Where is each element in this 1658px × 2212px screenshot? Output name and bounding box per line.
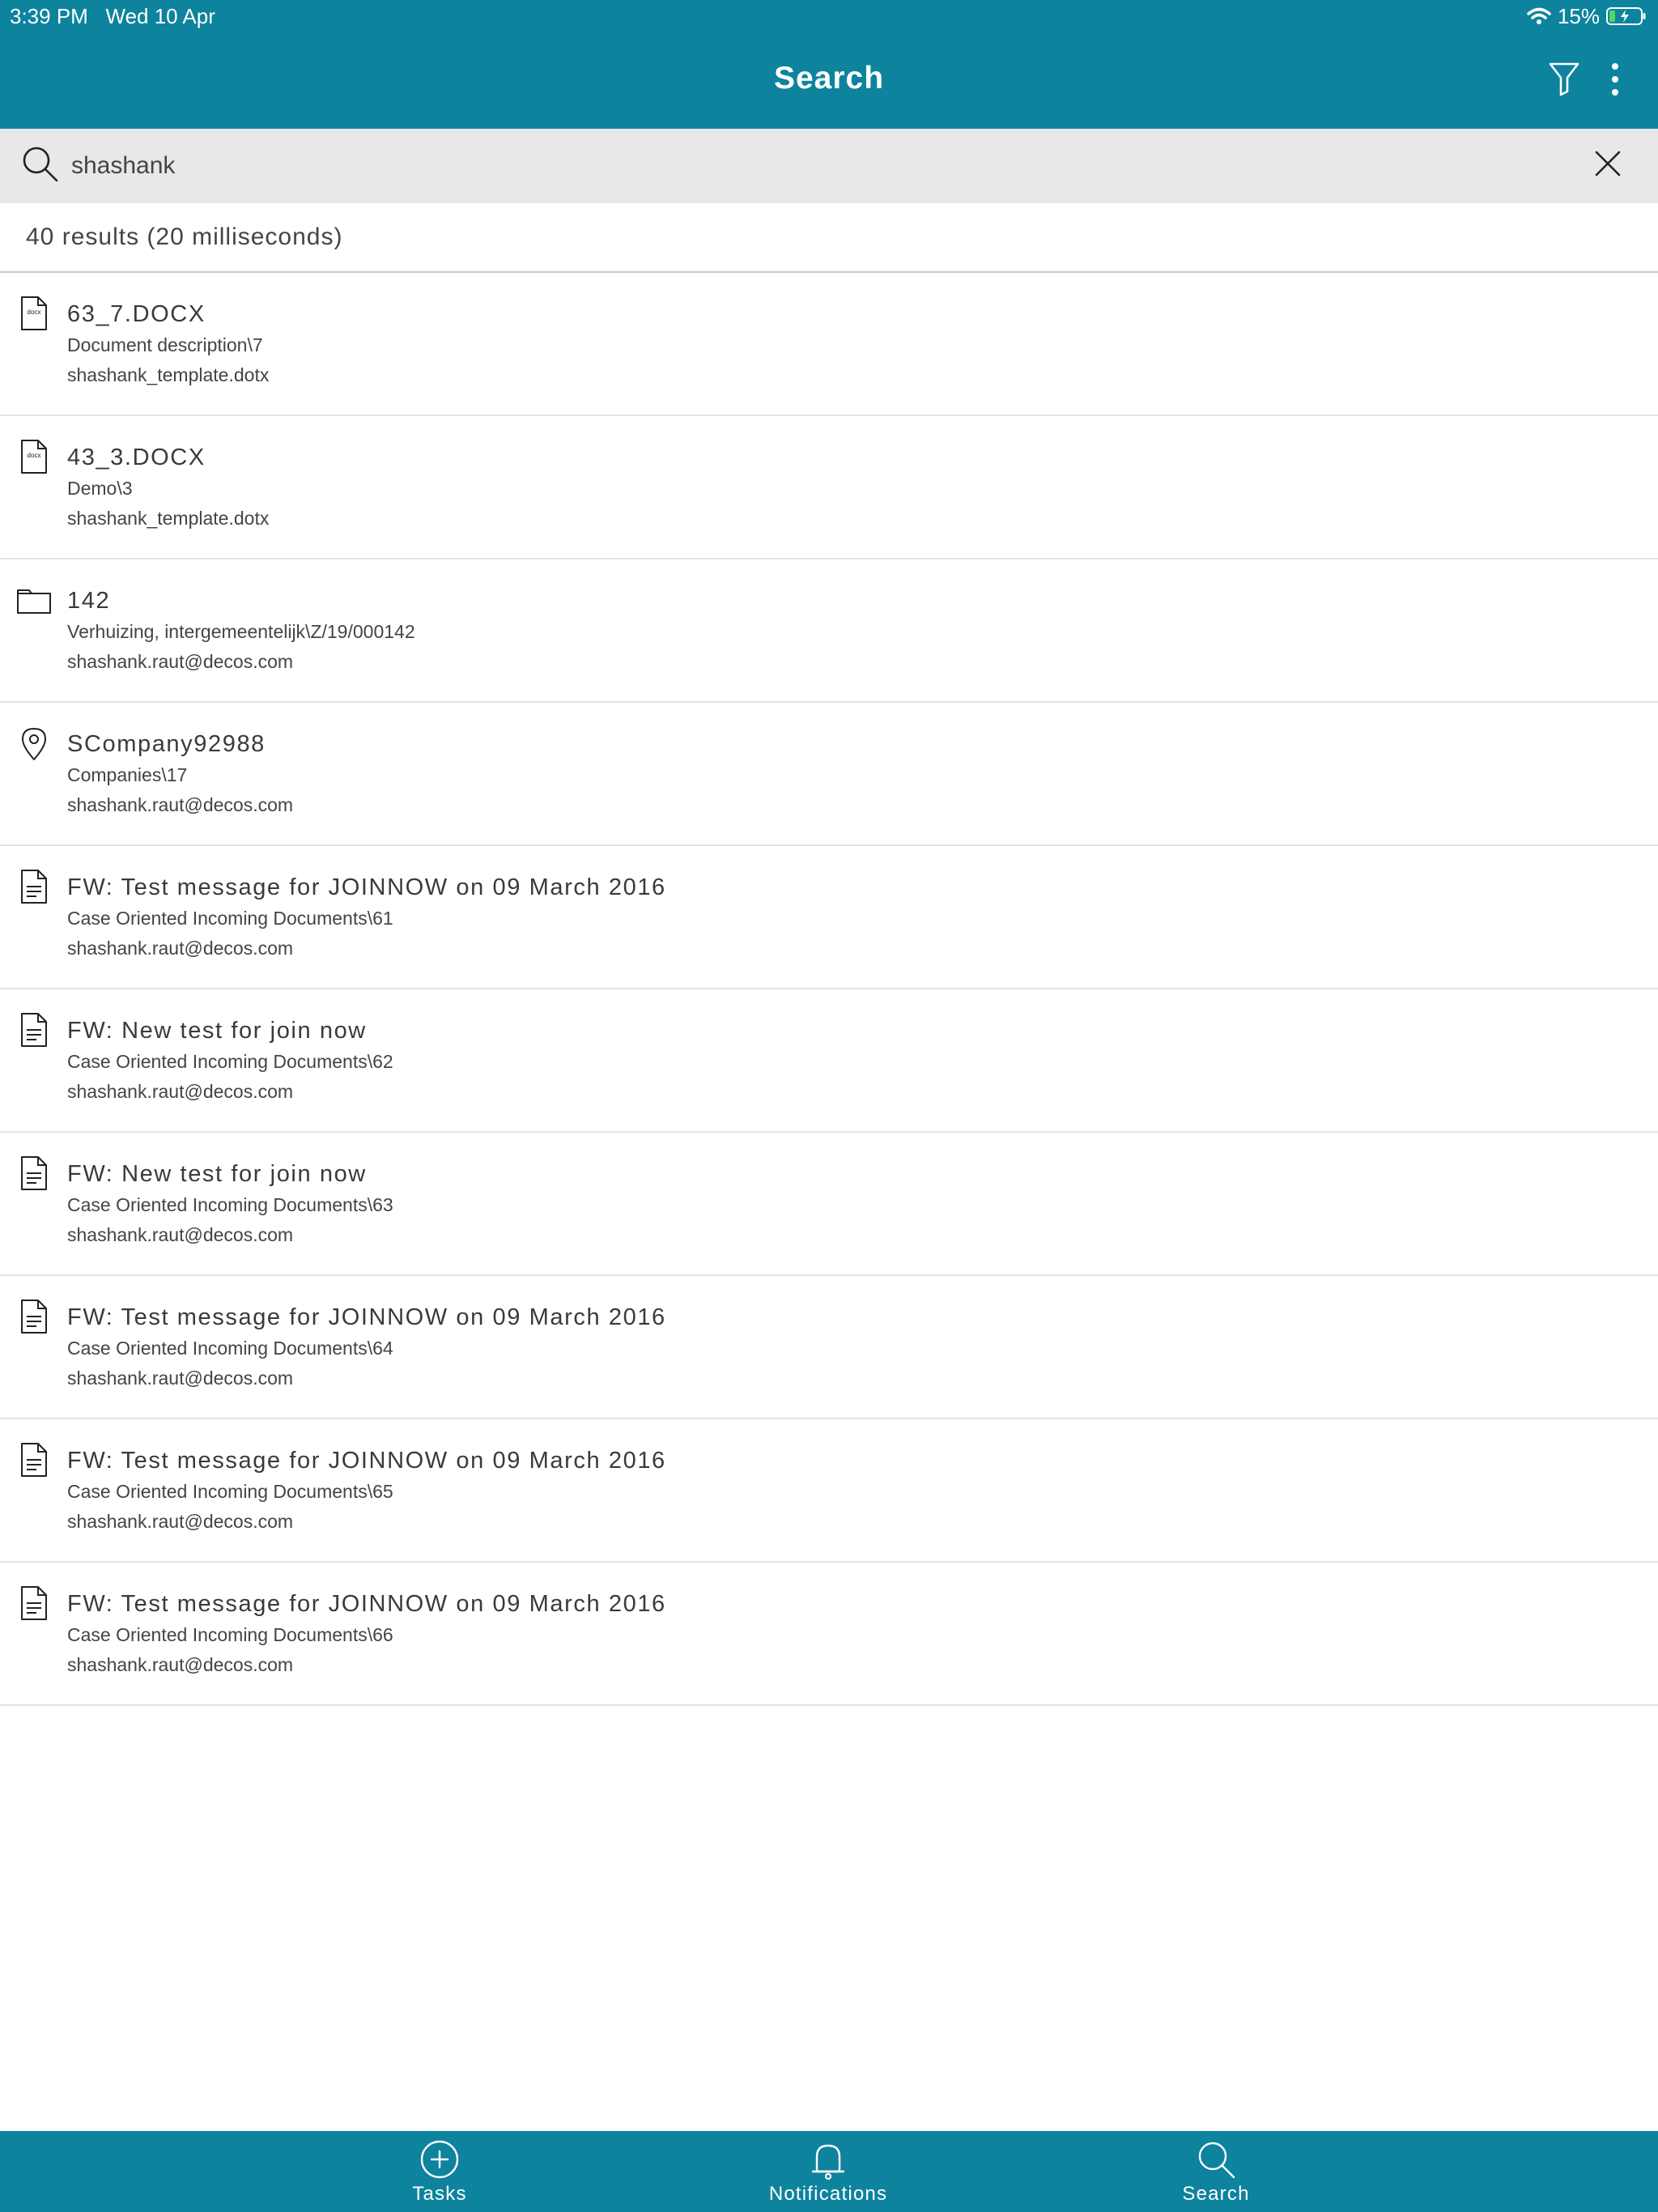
tab-label: Tasks — [412, 2183, 467, 2205]
search-input[interactable] — [71, 143, 1528, 189]
result-item[interactable]: FW: New test for join now Case Oriented I… — [0, 1133, 1658, 1276]
document-icon — [16, 869, 52, 904]
location-pin-icon — [16, 725, 52, 761]
result-title: 142 — [67, 588, 111, 614]
result-title: 63_7.DOCX — [67, 301, 206, 327]
result-item[interactable]: FW: Test message for JOINNOW on 09 March… — [0, 1419, 1658, 1563]
bottom-tab-bar: Tasks Notifications Search — [0, 2131, 1658, 2212]
result-location: Verhuizing, intergemeentelijk\Z/19/00014… — [67, 621, 415, 642]
result-item[interactable]: FW: New test for join now Case Oriented I… — [0, 989, 1658, 1133]
result-owner: shashank_template.dotx — [67, 364, 270, 385]
result-location: Document description\7 — [67, 334, 263, 355]
result-owner: shashank_template.dotx — [67, 508, 270, 529]
folder-icon — [16, 582, 52, 618]
result-title: FW: New test for join now — [67, 1161, 367, 1187]
result-location: Case Oriented Incoming Documents\65 — [67, 1481, 393, 1502]
bell-icon — [811, 2144, 845, 2180]
more-vertical-icon — [1612, 63, 1618, 96]
result-title: FW: New test for join now — [67, 1018, 367, 1044]
result-title: FW: Test message for JOINNOW on 09 March… — [67, 1448, 666, 1474]
document-icon — [16, 1442, 52, 1478]
results-list: docx 63_7.DOCX Document description\7 shash… — [0, 273, 1658, 1706]
status-bar-right: 15% — [1527, 3, 1647, 29]
document-icon — [16, 1155, 52, 1191]
result-owner: shashank.raut@decos.com — [67, 938, 294, 959]
result-item[interactable]: 142 Verhuizing, intergemeentelijk\Z/19/00… — [0, 559, 1658, 703]
tab-search[interactable]: Search — [1111, 2131, 1321, 2212]
status-date: Wed 10 Apr — [105, 4, 215, 28]
battery-icon — [1606, 7, 1646, 25]
document-icon — [16, 1012, 52, 1048]
result-item[interactable]: FW: Test message for JOINNOW on 09 March… — [0, 1563, 1658, 1706]
result-location: Case Oriented Incoming Documents\63 — [67, 1194, 393, 1215]
more-options-button[interactable] — [1591, 57, 1639, 102]
search-icon — [1198, 2142, 1235, 2179]
clear-search-button[interactable] — [1587, 143, 1629, 185]
status-time: 3:39 PM — [10, 4, 88, 28]
close-icon — [1595, 151, 1621, 177]
result-title: 43_3.DOCX — [67, 445, 206, 470]
battery-percent: 15% — [1557, 3, 1600, 28]
add-circle-icon — [420, 2140, 459, 2179]
result-item[interactable]: SCompany92988 Companies\17 shashank.raut@d… — [0, 703, 1658, 846]
tab-label: Notifications — [768, 2183, 888, 2205]
result-location: Case Oriented Incoming Documents\61 — [67, 908, 393, 929]
result-location: Case Oriented Incoming Documents\64 — [67, 1338, 393, 1359]
result-title: FW: Test message for JOINNOW on 09 March… — [67, 1591, 666, 1617]
result-owner: shashank.raut@decos.com — [67, 1654, 294, 1675]
result-owner: shashank.raut@decos.com — [67, 1224, 294, 1245]
result-location: Case Oriented Incoming Documents\66 — [67, 1624, 393, 1645]
result-location: Case Oriented Incoming Documents\62 — [67, 1051, 393, 1072]
page-title: Search — [773, 61, 885, 96]
result-title: FW: Test message for JOINNOW on 09 March… — [67, 1304, 666, 1330]
result-item[interactable]: docx 43_3.DOCX Demo\3 shashank_template.dot… — [0, 416, 1658, 559]
filter-icon — [1549, 62, 1579, 96]
result-owner: shashank.raut@decos.com — [67, 1081, 294, 1102]
svg-text:docx: docx — [28, 452, 41, 459]
result-item[interactable]: FW: Test message for JOINNOW on 09 March… — [0, 1276, 1658, 1419]
tab-tasks[interactable]: Tasks — [334, 2131, 545, 2212]
result-owner: shashank.raut@decos.com — [67, 651, 294, 672]
result-item[interactable]: FW: Test message for JOINNOW on 09 March… — [0, 846, 1658, 989]
tab-notifications[interactable]: Notifications — [723, 2131, 933, 2212]
svg-text:docx: docx — [28, 308, 41, 316]
result-location: Demo\3 — [67, 478, 133, 499]
tab-label: Search — [1182, 2183, 1250, 2205]
wifi-icon — [1527, 7, 1551, 24]
document-icon — [16, 1585, 52, 1621]
result-item[interactable]: docx 63_7.DOCX Document description\7 shash… — [0, 273, 1658, 416]
result-count: 40 results (20 milliseconds) — [26, 223, 343, 250]
search-bar — [0, 129, 1658, 203]
result-owner: shashank.raut@decos.com — [67, 794, 294, 815]
docx-file-icon: docx — [16, 296, 52, 331]
result-title: FW: Test message for JOINNOW on 09 March… — [67, 874, 666, 900]
filter-button[interactable] — [1540, 57, 1588, 102]
result-owner: shashank.raut@decos.com — [67, 1368, 294, 1389]
result-title: SCompany92988 — [67, 731, 266, 757]
document-icon — [16, 1299, 52, 1334]
result-owner: shashank.raut@decos.com — [67, 1511, 294, 1532]
status-bar-time: 3:39 PM Wed 10 Apr — [10, 3, 215, 29]
search-icon — [21, 145, 60, 184]
result-location: Companies\17 — [67, 764, 188, 785]
app-header: 3:39 PM Wed 10 Apr 15% Search — [0, 0, 1658, 129]
docx-file-icon: docx — [16, 439, 52, 474]
